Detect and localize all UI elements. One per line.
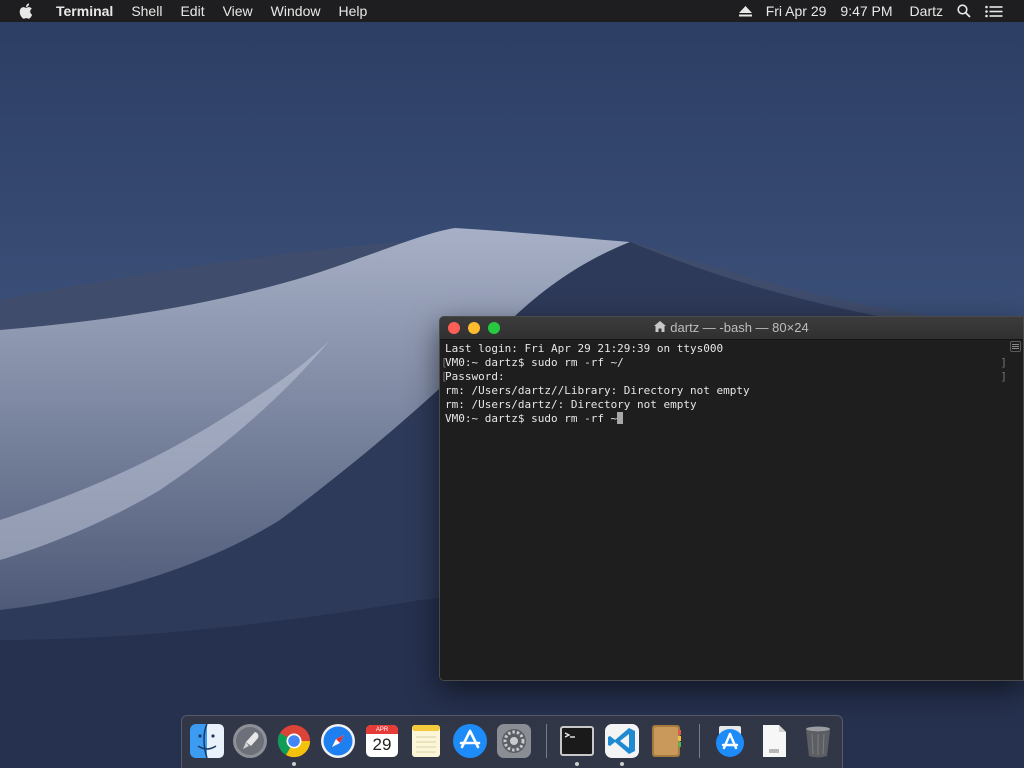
terminal-icon[interactable] (558, 722, 596, 766)
eject-icon[interactable] (732, 5, 759, 17)
terminal-window[interactable]: dartz — -bash — 80×24 [ [ ] ] Last login… (439, 316, 1024, 681)
launchpad-icon[interactable] (231, 722, 269, 760)
terminal-title-group: dartz — -bash — 80×24 (440, 317, 1023, 339)
contacts-icon[interactable] (647, 722, 685, 760)
user-name[interactable]: Dartz (900, 0, 950, 22)
notification-center-icon[interactable] (978, 5, 1010, 18)
menu-view[interactable]: View (214, 0, 262, 22)
mark-bracket-icon: ] (1000, 370, 1007, 383)
chrome-icon[interactable] (275, 722, 313, 766)
terminal-titlebar[interactable]: dartz — -bash — 80×24 (440, 317, 1023, 340)
calendar-month: APR (375, 727, 389, 733)
mark-bracket-icon: ] (1000, 356, 1007, 369)
mark-bracket-icon: [ (441, 370, 448, 383)
terminal-title: dartz — -bash — 80×24 (670, 320, 809, 335)
text-cursor (617, 412, 624, 424)
menu-bar: Terminal Shell Edit View Window Help Fri… (0, 0, 1024, 22)
home-folder-icon (654, 317, 667, 339)
apple-menu-icon[interactable] (19, 3, 37, 19)
terminal-output[interactable]: [ [ ] ] Last login: Fri Apr 29 21:29:39 … (440, 340, 1023, 426)
menu-app-name[interactable]: Terminal (47, 0, 122, 22)
terminal-current-command: VM0:~ dartz$ sudo rm -rf ~ (445, 412, 618, 425)
calendar-icon[interactable]: APR 29 (363, 722, 401, 760)
running-indicator (620, 762, 624, 766)
dock-separator (699, 724, 700, 758)
app-store-icon[interactable] (451, 722, 489, 760)
terminal-line: Last login: Fri Apr 29 21:29:39 on ttys0… (445, 342, 724, 355)
dock-separator (546, 724, 547, 758)
menu-shell[interactable]: Shell (122, 0, 171, 22)
finder-icon[interactable] (188, 722, 226, 760)
terminal-prompt-line: VM0:~ dartz$ sudo rm -rf ~ (445, 412, 1023, 426)
app-store-downloads-icon[interactable] (711, 722, 749, 760)
trash-icon[interactable] (799, 722, 837, 760)
menu-help[interactable]: Help (329, 0, 376, 22)
text-document-icon[interactable] (755, 722, 793, 760)
terminal-line: rm: /Users/dartz//Library: Directory not… (445, 384, 750, 397)
system-preferences-icon[interactable] (495, 722, 533, 760)
menu-window[interactable]: Window (262, 0, 330, 22)
mark-bracket-icon: [ (441, 356, 448, 369)
running-indicator (575, 762, 579, 766)
spotlight-search-icon[interactable] (950, 4, 978, 18)
terminal-line: Password: (445, 370, 505, 383)
terminal-line: rm: /Users/dartz/: Directory not empty (445, 398, 697, 411)
vscode-icon[interactable] (603, 722, 641, 766)
clock-time[interactable]: 9:47 PM (833, 0, 899, 22)
running-indicator (292, 762, 296, 766)
terminal-line: VM0:~ dartz$ sudo rm -rf ~/ (445, 356, 624, 369)
calendar-day: 29 (372, 735, 392, 754)
clock-date[interactable]: Fri Apr 29 (759, 0, 834, 22)
menu-edit[interactable]: Edit (171, 0, 213, 22)
dock: APR 29 (181, 715, 843, 768)
notes-icon[interactable] (407, 722, 445, 760)
safari-icon[interactable] (319, 722, 357, 760)
